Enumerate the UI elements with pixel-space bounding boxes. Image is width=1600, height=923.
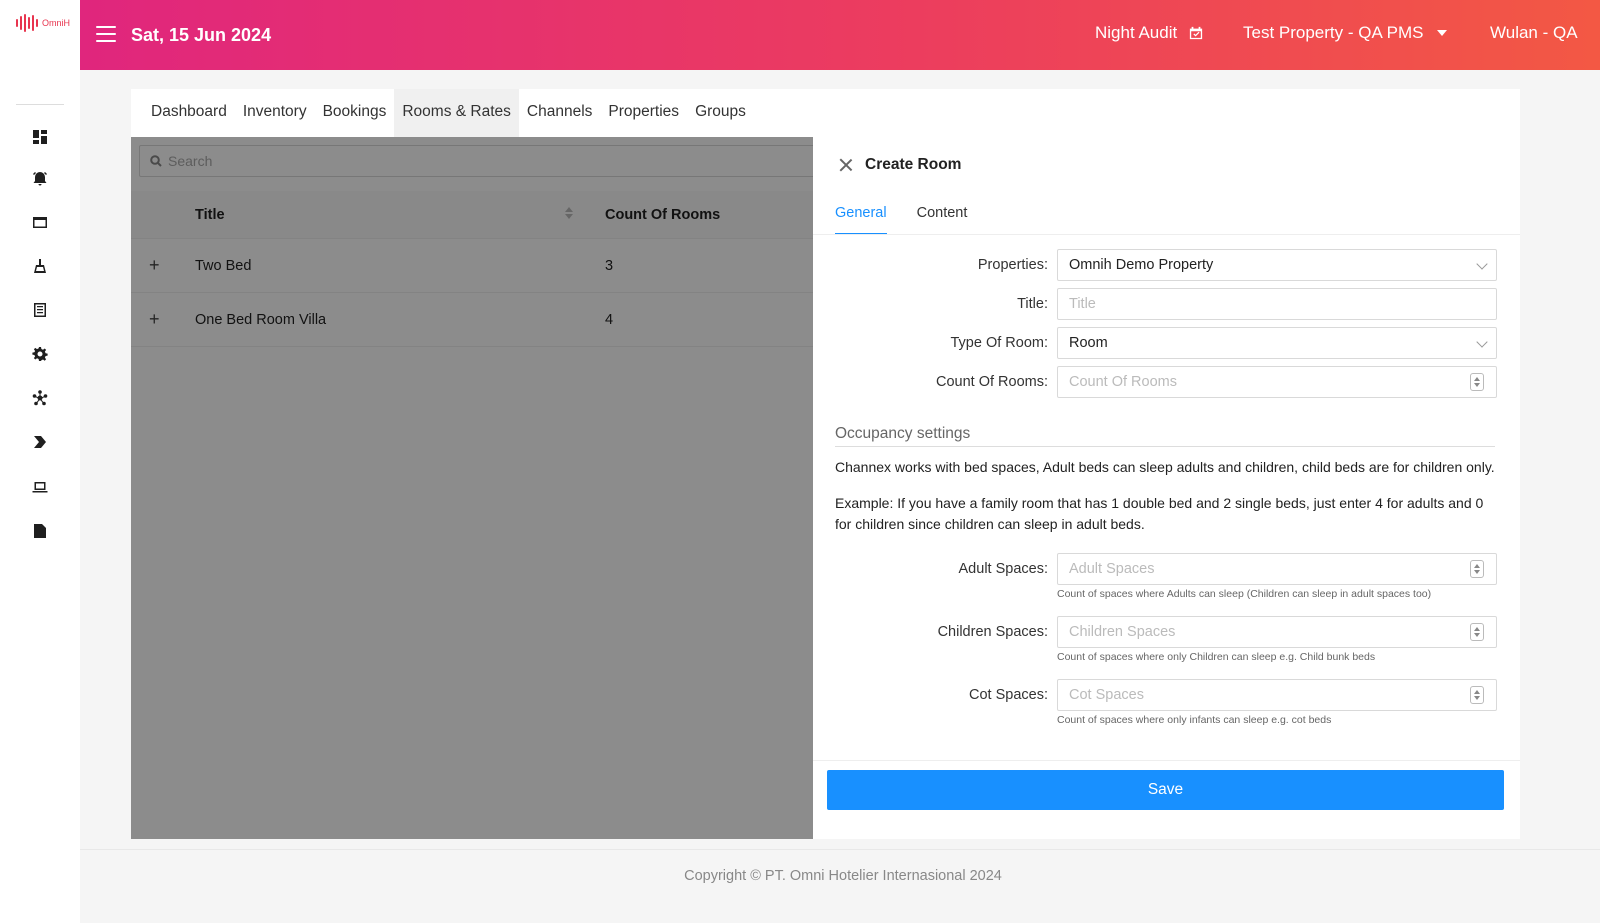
number-stepper-icon[interactable] bbox=[1470, 373, 1484, 391]
count-of-rooms-row: Count Of Rooms: Count Of Rooms bbox=[813, 366, 1520, 398]
children-spaces-input[interactable]: Children Spaces bbox=[1057, 616, 1497, 648]
properties-select[interactable]: Omnih Demo Property bbox=[1057, 249, 1497, 281]
adult-spaces-placeholder: Adult Spaces bbox=[1069, 561, 1155, 577]
children-spaces-placeholder: Children Spaces bbox=[1069, 624, 1176, 640]
calendar-check-icon bbox=[1190, 26, 1203, 40]
chevron-down-icon bbox=[1476, 336, 1488, 348]
property-selector[interactable]: Test Property - QA PMS bbox=[1243, 23, 1448, 43]
occupancy-example: Example: If you have a family room that … bbox=[835, 495, 1484, 532]
user-menu[interactable]: Wulan - QA bbox=[1490, 23, 1578, 43]
copyright-footer: Copyright © PT. Omni Hotelier Internasio… bbox=[684, 868, 1002, 884]
night-audit-button[interactable]: Night Audit bbox=[1095, 23, 1203, 43]
tab-properties[interactable]: Properties bbox=[600, 89, 687, 137]
housekeeping-icon[interactable] bbox=[30, 256, 50, 276]
menu-icon[interactable] bbox=[96, 26, 116, 42]
night-audit-label: Night Audit bbox=[1095, 23, 1178, 42]
cot-spaces-label: Cot Spaces: bbox=[969, 687, 1048, 703]
title-input[interactable]: Title bbox=[1057, 288, 1497, 320]
alarm-icon[interactable] bbox=[30, 168, 50, 188]
document-icon[interactable] bbox=[30, 521, 50, 541]
tab-channels[interactable]: Channels bbox=[519, 89, 601, 137]
adult-spaces-input[interactable]: Adult Spaces bbox=[1057, 553, 1497, 585]
title-label: Title: bbox=[1017, 296, 1048, 312]
channel-icon[interactable] bbox=[30, 432, 50, 452]
logo-mark-icon bbox=[16, 14, 38, 32]
calendar-icon[interactable] bbox=[30, 212, 50, 232]
tab-general[interactable]: General bbox=[835, 193, 887, 235]
children-spaces-row: Children Spaces: Children Spaces Count o… bbox=[813, 616, 1520, 663]
children-spaces-help: Count of spaces where only Children can … bbox=[1057, 651, 1376, 663]
children-spaces-label: Children Spaces: bbox=[937, 624, 1048, 640]
type-of-room-value: Room bbox=[1069, 335, 1108, 351]
drawer-header: Create Room bbox=[813, 137, 1520, 193]
cot-spaces-input[interactable]: Cot Spaces bbox=[1057, 679, 1497, 711]
drawer-title: Create Room bbox=[865, 156, 962, 173]
settings-icon[interactable] bbox=[30, 344, 50, 364]
type-of-room-select[interactable]: Room bbox=[1057, 327, 1497, 359]
tabs-divider bbox=[813, 234, 1520, 235]
integration-icon[interactable] bbox=[30, 388, 50, 408]
property-selector-label: Test Property - QA PMS bbox=[1243, 23, 1424, 42]
number-stepper-icon[interactable] bbox=[1470, 623, 1484, 641]
adult-spaces-help: Count of spaces where Adults can sleep (… bbox=[1057, 588, 1432, 600]
tab-groups[interactable]: Groups bbox=[687, 89, 754, 137]
cot-spaces-placeholder: Cot Spaces bbox=[1069, 687, 1144, 703]
dashboard-icon[interactable] bbox=[30, 127, 50, 147]
occupancy-settings-title: Occupancy settings bbox=[835, 425, 1495, 447]
cot-spaces-help: Count of spaces where only infants can s… bbox=[1057, 714, 1332, 726]
count-of-rooms-placeholder: Count Of Rooms bbox=[1069, 374, 1177, 390]
drawer-overlay-mask[interactable] bbox=[131, 137, 813, 839]
tab-rooms-rates[interactable]: Rooms & Rates bbox=[394, 89, 519, 137]
tab-inventory[interactable]: Inventory bbox=[235, 89, 315, 137]
adult-spaces-label: Adult Spaces: bbox=[958, 561, 1048, 577]
tab-bookings[interactable]: Bookings bbox=[315, 89, 395, 137]
type-of-room-row: Type Of Room: Room bbox=[813, 327, 1520, 359]
create-room-drawer: Create Room General Content Properties: … bbox=[813, 137, 1520, 839]
tab-content[interactable]: Content bbox=[917, 193, 968, 235]
drawer-tabs: General Content bbox=[835, 193, 967, 235]
chevron-down-icon bbox=[1476, 258, 1488, 270]
adult-spaces-row: Adult Spaces: Adult Spaces Count of spac… bbox=[813, 553, 1520, 600]
sidebar-divider bbox=[16, 104, 64, 105]
sidebar: OmniH bbox=[0, 0, 80, 923]
properties-value: Omnih Demo Property bbox=[1069, 257, 1214, 273]
current-date: Sat, 15 Jun 2024 bbox=[131, 25, 272, 45]
main-nav-tabs: Dashboard Inventory Bookings Rooms & Rat… bbox=[131, 89, 754, 137]
count-of-rooms-input[interactable]: Count Of Rooms bbox=[1057, 366, 1497, 398]
number-stepper-icon[interactable] bbox=[1470, 560, 1484, 578]
close-icon[interactable] bbox=[839, 158, 853, 172]
title-row: Title: Title bbox=[813, 288, 1520, 320]
occupancy-description: Channex works with bed spaces, Adult bed… bbox=[835, 459, 1495, 475]
report-icon[interactable] bbox=[30, 300, 50, 320]
footer-divider bbox=[80, 849, 1600, 850]
drawer-footer-divider bbox=[813, 760, 1520, 761]
tab-dashboard[interactable]: Dashboard bbox=[143, 89, 235, 137]
type-of-room-label: Type Of Room: bbox=[950, 335, 1048, 351]
top-header: Sat, 15 Jun 2024 Night Audit Test Proper… bbox=[80, 0, 1600, 70]
laptop-icon[interactable] bbox=[30, 477, 50, 497]
omnih-logo[interactable]: OmniH bbox=[16, 14, 70, 32]
properties-row: Properties: Omnih Demo Property bbox=[813, 249, 1520, 281]
caret-down-icon bbox=[1437, 30, 1448, 36]
save-button[interactable]: Save bbox=[827, 770, 1504, 810]
logo-text: OmniH bbox=[42, 18, 71, 28]
count-of-rooms-label: Count Of Rooms: bbox=[935, 374, 1048, 390]
properties-label: Properties: bbox=[977, 257, 1048, 273]
cot-spaces-row: Cot Spaces: Cot Spaces Count of spaces w… bbox=[813, 679, 1520, 726]
number-stepper-icon[interactable] bbox=[1470, 686, 1484, 704]
